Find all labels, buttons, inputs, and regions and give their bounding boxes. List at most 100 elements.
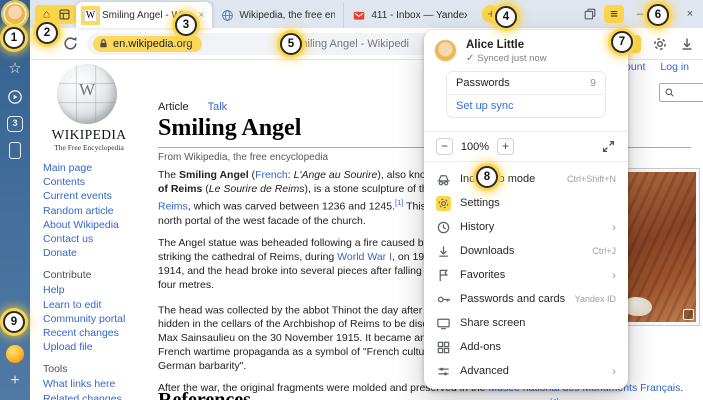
tab-title: 411 - Inbox — Yandex Mail [371,10,467,21]
yandex-icon[interactable] [6,345,24,363]
settings-gear-icon [436,196,451,211]
bookmarks-star-icon[interactable]: ☆ [6,60,24,78]
toolbar-right-icons: ⋮ [623,35,695,53]
tools-heading: Tools [43,363,147,375]
menu-item-addons[interactable]: Add-ons [424,335,628,359]
site-identity-chip[interactable]: en.wikipedia.org [93,36,202,52]
panels-icon[interactable] [57,7,72,22]
sync-box: Passwords 9 Set up sync [446,71,606,118]
mail-favicon [352,9,366,22]
menu-item-share-screen[interactable]: Share screen [424,311,628,335]
nav-random-article[interactable]: Random article [43,204,147,218]
search-icon [664,87,675,98]
setup-sync-link[interactable]: Set up sync [456,100,596,112]
panel-buttons: ⌂ [35,5,76,24]
zoom-controls: − 100% + [424,131,628,162]
nav-main-page[interactable]: Main page [43,161,147,175]
references-heading: References [158,389,251,400]
history-icon [436,220,451,235]
tab-stack-icon[interactable] [583,7,597,21]
nav-related-changes[interactable]: Related changes [43,392,147,400]
download-icon [436,244,451,259]
window-close-button[interactable]: × [681,8,699,20]
menu-item-downloads[interactable]: Downloads Ctrl+J [424,239,628,263]
reload-icon[interactable] [62,35,79,52]
media-play-icon[interactable] [6,88,24,106]
monitor-icon [436,316,451,331]
account-name: Alice Little [466,39,616,51]
annotation-1: 1 [3,27,25,49]
tab-talk[interactable]: Talk [208,101,228,113]
tab-wikipedia-home[interactable]: Wikipedia, the free encyclop... [212,2,343,28]
addons-grid-icon [436,340,451,355]
nav-learn-to-edit[interactable]: Learn to edit [43,298,147,312]
tab-article[interactable]: Article [158,101,189,113]
annotation-6: 6 [647,4,669,26]
annotation-7: 7 [611,31,633,53]
extensions-gear-icon[interactable] [652,36,668,52]
sync-status: ✓Synced just now [466,53,616,64]
favorites-flag-icon [436,268,451,283]
menu-item-history[interactable]: History › [424,215,628,239]
wiki-search-input[interactable] [659,83,703,102]
zoom-in-button[interactable]: + [497,138,514,155]
passwords-label: Passwords [456,77,510,89]
menu-account-header: Alice Little ✓Synced just now Passwords … [424,39,628,122]
login-link[interactable]: Log in [660,61,689,73]
wikipedia-tagline: The Free Encyclopedia [30,143,148,152]
zoom-out-button[interactable]: − [436,138,453,155]
profile-avatar[interactable] [5,4,25,24]
tab-close-icon[interactable]: × [198,10,204,21]
home-tableau-icon[interactable]: ⌂ [39,7,54,22]
wikipedia-favicon: W [84,9,97,22]
tab-title: Wikipedia, the free encyclop... [239,10,335,21]
nav-community-portal[interactable]: Community portal [43,312,147,326]
advanced-sliders-icon [436,364,451,379]
annotation-3: 3 [175,14,197,36]
nav-what-links-here[interactable]: What links here [43,377,147,391]
menu-item-advanced[interactable]: Advanced › [424,359,628,383]
downloads-icon[interactable] [679,36,695,52]
menu-item-incognito[interactable]: Incognito mode Ctrl+Shift+N [424,167,628,191]
annotation-4: 4 [495,6,517,28]
contribute-heading: Contribute [43,269,147,281]
nav-recent-changes[interactable]: Recent changes [43,326,147,340]
tabbar-right-controls: ≡ – □ × [583,5,699,23]
wikipedia-logo[interactable] [57,64,117,124]
tab-yandex-mail[interactable]: 411 - Inbox — Yandex Mail [343,2,475,28]
passwords-row[interactable]: Passwords 9 [456,77,596,89]
nav-about-wikipedia[interactable]: About Wikipedia [43,218,147,232]
wikipedia-nav: WIKIPEDIA The Free Encyclopedia Main pag… [30,60,148,400]
link-french[interactable]: French [255,169,288,181]
nav-current-events[interactable]: Current events [43,189,147,203]
tab-bar: ⌂ W Smiling Angel - Wi... × Wikipedia, t… [30,0,703,28]
address-domain: en.wikipedia.org [113,38,193,50]
nav-contact-us[interactable]: Contact us [43,232,147,246]
annotation-8: 8 [476,166,498,188]
sync-check-icon: ✓ [466,53,474,64]
zoom-level: 100% [460,141,490,153]
menu-item-settings[interactable]: Settings [424,191,628,215]
wikipedia-wordmark: WIKIPEDIA [30,127,148,143]
nav-help[interactable]: Help [43,283,147,297]
annotation-5: 5 [280,33,302,55]
link-world-war-1[interactable]: World War I [337,251,392,263]
nav-donate[interactable]: Donate [43,246,147,260]
sidebar-add-icon[interactable]: + [6,372,24,390]
menu-item-passwords-cards[interactable]: Passwords and cards Yandex ID [424,287,628,311]
menu-items: Incognito mode Ctrl+Shift+N Settings His… [424,162,628,383]
menu-item-favorites[interactable]: Favorites › [424,263,628,287]
nav-contents[interactable]: Contents [43,175,147,189]
passwords-count: 9 [590,77,596,89]
account-avatar[interactable] [435,40,456,61]
globe-favicon [221,9,234,22]
lock-icon [98,38,109,49]
device-icon[interactable] [9,142,21,159]
fullscreen-icon[interactable] [601,139,616,154]
article-tabs: Article Talk [158,101,227,113]
browser-menu-icon[interactable]: ≡ [604,5,624,23]
key-icon [436,292,451,307]
annotation-9: 9 [3,311,25,333]
tab-count-badge[interactable]: 3 [7,116,23,132]
nav-upload-file[interactable]: Upload file [43,340,147,354]
